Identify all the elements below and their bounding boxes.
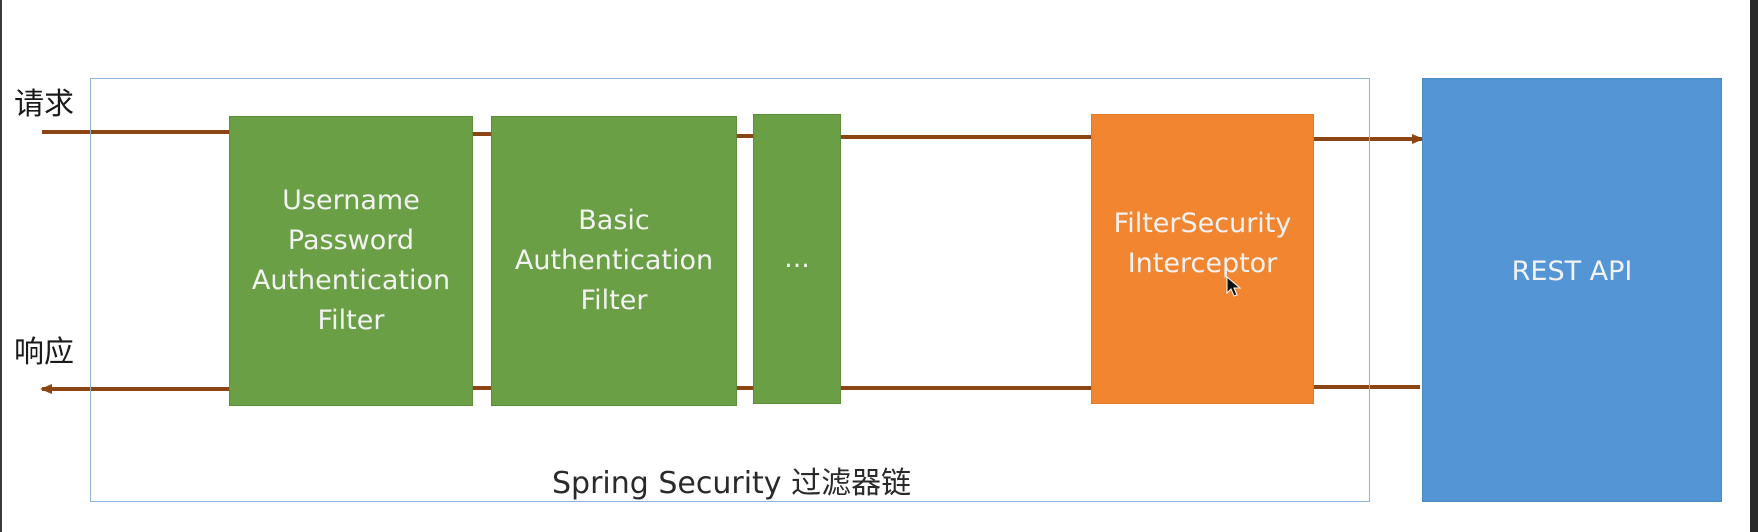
mouse-cursor-icon: [1226, 276, 1242, 297]
rest-api-box: REST API: [1422, 78, 1722, 502]
filter-security-interceptor-label: FilterSecurity Interceptor: [1113, 208, 1292, 279]
rest-api-label: REST API: [1511, 256, 1633, 287]
basic-authentication-filter-label: Basic Authentication Filter: [514, 205, 714, 316]
chain-caption: Spring Security 过滤器链: [552, 466, 912, 501]
filter-security-interceptor: FilterSecurity Interceptor: [1091, 114, 1314, 404]
more-filters-label: ...: [784, 243, 810, 274]
more-filters: ...: [753, 114, 841, 404]
username-password-filter: Username Password Authentication Filter: [229, 116, 473, 406]
response-label: 响应: [14, 335, 74, 370]
request-label: 请求: [14, 87, 74, 122]
diagram-stage: 请求 响应 Username Password Authentication F…: [0, 0, 1758, 532]
username-password-filter-label: Username Password Authentication Filter: [251, 185, 451, 336]
basic-authentication-filter: Basic Authentication Filter: [491, 116, 737, 406]
